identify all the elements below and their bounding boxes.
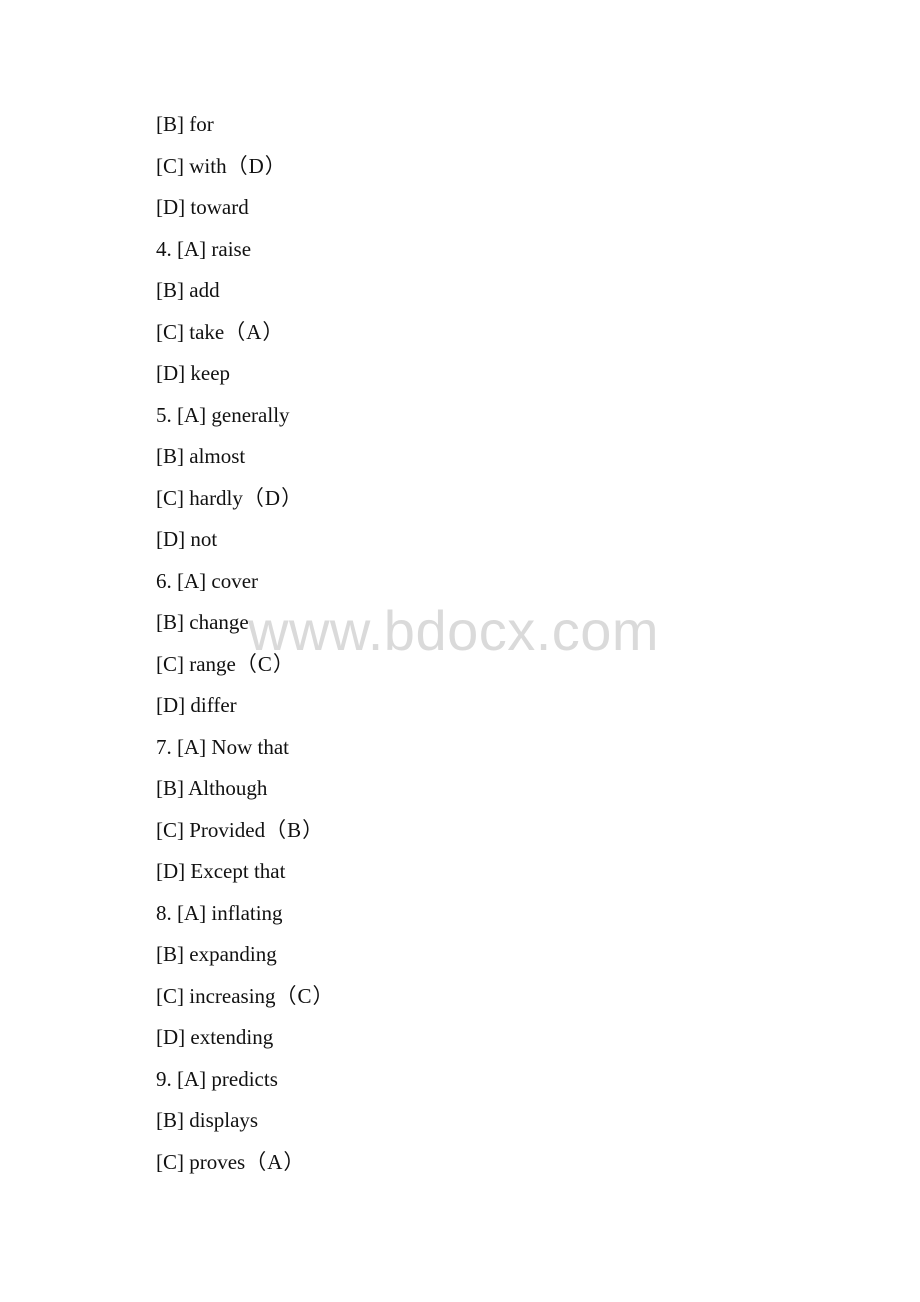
answer-key: （A） [245,1149,306,1174]
option-text: [B] change [156,610,249,634]
option-line: [D] keep [156,359,335,401]
option-text: [C] take [156,319,225,344]
option-line: 6. [A] cover [156,567,335,609]
answer-key: （C） [275,983,335,1008]
option-text: [B] displays [156,1108,259,1132]
option-line: [B] expanding [156,940,335,982]
option-line: [C] increasing（C） [156,982,335,1024]
option-text: [D] keep [156,361,231,385]
option-text: 9. [A] predicts [156,1066,278,1091]
option-line: 8. [A] inflating [156,899,335,941]
option-text: 8. [A] inflating [156,900,283,925]
option-text: 4. [A] raise [156,236,252,261]
option-text: 7. [A] Now that [156,734,289,759]
answer-key: （C） [235,651,295,676]
document-page: [B] for [C] with（D） [D] toward 4. [A] raise… [0,0,920,1302]
option-line: [C] take（A） [156,318,335,360]
option-line: 9. [A] predicts [156,1065,335,1107]
option-line: [C] range（C） [156,650,335,692]
answer-key: （A） [224,319,285,344]
option-text: [B] almost [156,444,246,468]
option-text: [C] proves [156,1149,246,1174]
option-line: [B] Although [156,774,335,816]
option-line: [D] toward [156,193,335,235]
option-text: [C] hardly [156,485,243,510]
option-line: [B] for [156,110,335,152]
option-text: [C] increasing [156,983,276,1008]
option-text: 5. [A] generally [156,402,290,427]
option-text: [B] expanding [156,942,277,966]
option-text: [D] not [156,527,218,551]
answer-option-list: [B] for [C] with（D） [D] toward 4. [A] raise… [156,110,335,1189]
option-line: [C] hardly（D） [156,484,335,526]
option-line: [C] with（D） [156,152,335,194]
option-text: [D] Except that [156,859,286,883]
option-text: [B] add [156,278,220,302]
answer-key: （B） [265,817,325,842]
option-line: 5. [A] generally [156,401,335,443]
option-line: 4. [A] raise [156,235,335,277]
option-text: [C] range [156,651,236,676]
option-text: [D] extending [156,1025,274,1049]
option-line: [D] extending [156,1023,335,1065]
option-line: [B] add [156,276,335,318]
option-text: [D] differ [156,693,237,717]
option-line: [C] Provided（B） [156,816,335,858]
option-text: [D] toward [156,195,249,219]
option-text: [C] Provided [156,817,266,842]
option-line: [D] Except that [156,857,335,899]
answer-key: （D） [226,153,287,178]
option-line: 7. [A] Now that [156,733,335,775]
option-line: [B] almost [156,442,335,484]
option-line: [D] differ [156,691,335,733]
option-text: 6. [A] cover [156,568,259,593]
option-line: [C] proves（A） [156,1148,335,1190]
option-text: [C] with [156,153,227,178]
option-line: [B] displays [156,1106,335,1148]
option-text: [B] Although [156,776,268,800]
answer-key: （D） [242,485,304,510]
option-line: [D] not [156,525,335,567]
option-text: [B] for [156,112,214,136]
option-line: [B] change [156,608,335,650]
